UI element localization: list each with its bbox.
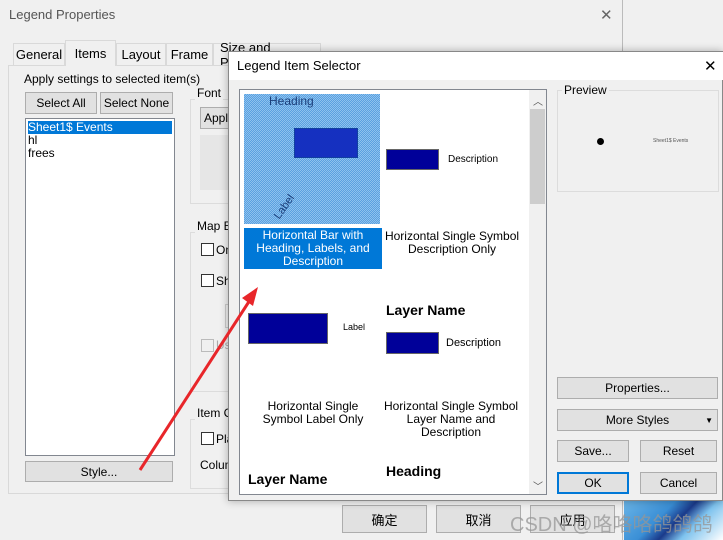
watermark: CSDN @咯咯咯鸽鸽鸽 [510, 514, 713, 536]
tab-items[interactable]: Items [65, 40, 116, 66]
annotation-arrow-icon [138, 287, 258, 471]
arrow-line [138, 299, 252, 471]
arrow-head [242, 287, 258, 306]
